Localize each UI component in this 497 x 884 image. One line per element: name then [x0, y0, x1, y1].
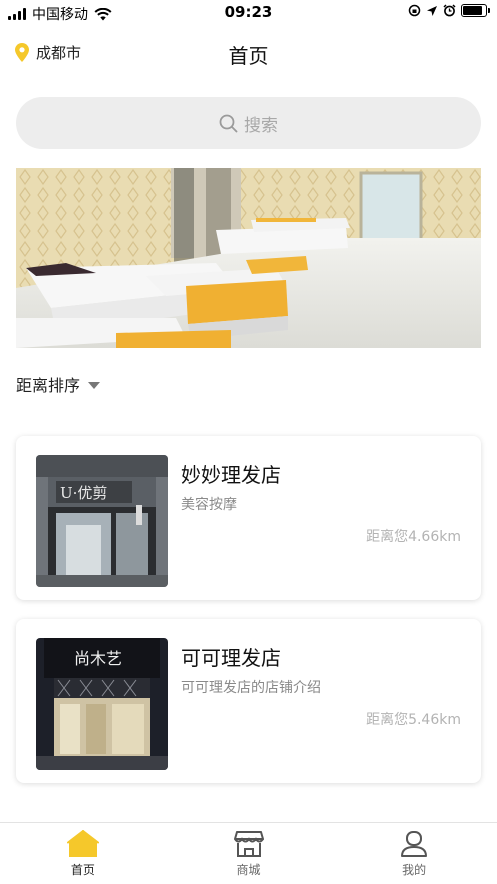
promo-banner[interactable]	[16, 168, 481, 348]
page-title: 首页	[228, 44, 269, 68]
shop-photo-storefront: 尚木艺	[36, 638, 168, 770]
store-icon	[233, 831, 264, 857]
tab-store[interactable]: 商城	[166, 823, 332, 884]
svg-text:尚木艺: 尚木艺	[74, 649, 122, 668]
sort-label: 距离排序	[16, 376, 81, 395]
status-right	[408, 4, 490, 17]
alarm-icon	[443, 4, 456, 17]
tab-label: 我的	[402, 863, 427, 877]
location-arrow-icon	[427, 5, 437, 16]
battery-icon	[461, 4, 490, 17]
tab-label: 商城	[236, 863, 261, 877]
shop-distance: 距离您5.46km	[366, 712, 461, 728]
caret-down-icon	[88, 381, 101, 389]
shop-name: 可可理发店	[181, 646, 281, 670]
tab-profile[interactable]: 我的	[331, 823, 497, 884]
shop-name: 妙妙理发店	[181, 463, 281, 487]
profile-icon	[401, 831, 428, 857]
shop-card[interactable]: 尚木艺 可可理发店 可可理发店的店铺介绍 距离您5.46km	[16, 619, 481, 783]
rotation-lock-icon	[408, 4, 421, 17]
search-icon	[219, 114, 238, 132]
shop-description: 美容按摩	[181, 497, 237, 513]
shop-card[interactable]: U·优剪 妙妙理发店 美容按摩 距离您4.66km	[16, 436, 481, 600]
shop-description: 可可理发店的店铺介绍	[181, 680, 321, 696]
home-icon	[66, 830, 99, 857]
tab-home[interactable]: 首页	[0, 823, 166, 884]
banner-image	[16, 168, 481, 348]
svg-text:U·优剪: U·优剪	[60, 484, 107, 502]
shop-thumbnail: 尚木艺	[36, 638, 168, 770]
shop-distance: 距离您4.66km	[366, 529, 461, 545]
bottom-tab-bar: 首页 商城 我的	[0, 822, 497, 884]
tab-label: 首页	[70, 863, 95, 877]
shop-thumbnail: U·优剪	[36, 455, 168, 587]
sort-selector[interactable]: 距离排序	[16, 372, 101, 396]
top-header: 成都市 首页	[0, 34, 497, 74]
status-bar: 中国移动 09:23	[0, 0, 497, 26]
search-placeholder: 搜索	[244, 115, 278, 136]
search-bar[interactable]: 搜索	[16, 97, 481, 149]
shop-photo-storefront: U·优剪	[36, 455, 168, 587]
